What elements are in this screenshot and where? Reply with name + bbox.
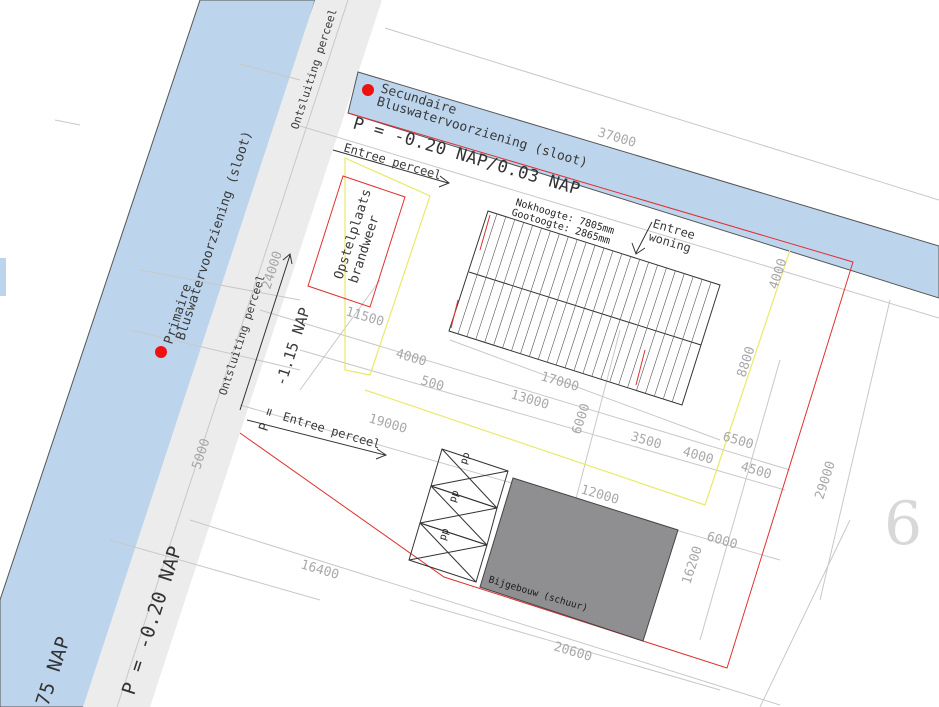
map-edge-fragment [0, 258, 6, 296]
dimension-label: 17000 [539, 369, 581, 394]
roof-stripe [493, 225, 533, 346]
dimension-label: 3500 [629, 429, 663, 452]
roof-stripe [529, 236, 569, 357]
roof-stripe [564, 247, 605, 369]
roof-stripe [653, 276, 694, 397]
roof-stripe [511, 230, 551, 352]
roof-stripe [591, 256, 632, 377]
roof-stripe [671, 282, 712, 403]
secondary-hydrant-dot [362, 84, 374, 96]
parking-label-3: pp [437, 527, 451, 542]
site-level-left: -1.15 NAP [272, 305, 314, 388]
roof-stripe [645, 273, 685, 394]
roof-stripe [537, 239, 578, 360]
roof-stripe [502, 227, 542, 349]
roof-stripe [662, 279, 703, 400]
dimension-label: 6000 [705, 529, 739, 552]
roof-stripe [636, 270, 676, 391]
roof-stripe [627, 267, 667, 389]
roof-stripe [466, 216, 507, 337]
shed-building [479, 477, 679, 642]
roof-stripe [618, 264, 658, 386]
dimension-label: 16400 [299, 557, 341, 582]
dimension-label: 29000 [813, 459, 839, 501]
roof-stripe [475, 219, 516, 340]
roof-stripe [555, 245, 596, 366]
dimension-label: 500 [419, 373, 446, 394]
roof-stripe [546, 242, 587, 363]
parking-label-2: pp [447, 489, 461, 504]
dimension-label: 19000 [367, 411, 409, 436]
dimension-label: 20600 [552, 639, 594, 664]
dimension-label: 6000 [570, 402, 594, 436]
dimension-label: 11500 [344, 304, 386, 329]
dimension-label: 4000 [394, 346, 428, 369]
primary-hydrant-dot [155, 346, 167, 358]
roof-stripe [484, 222, 524, 343]
parking-label-1: pp [458, 451, 472, 466]
dimension-label: 6500 [721, 429, 755, 452]
plot-number: 6 [884, 489, 922, 559]
roof-stripe [609, 262, 649, 383]
dimension-label: 16200 [680, 544, 706, 586]
roof-stripe [457, 213, 498, 334]
dimension-label: 4000 [681, 444, 715, 467]
roof-stripe [573, 250, 614, 371]
site-plan-drawing: Primaire Bluswatervoorziening (sloot) 75… [0, 0, 939, 707]
dimension-label: 4000 [767, 257, 791, 291]
entry-bottom-label: Entree perceel [281, 409, 382, 451]
roof-stripe [582, 253, 623, 374]
roof-stripe [520, 233, 560, 354]
roof-stripe [600, 259, 640, 380]
roof-accent-2 [450, 299, 459, 329]
dimension-label: 8800 [735, 345, 759, 379]
